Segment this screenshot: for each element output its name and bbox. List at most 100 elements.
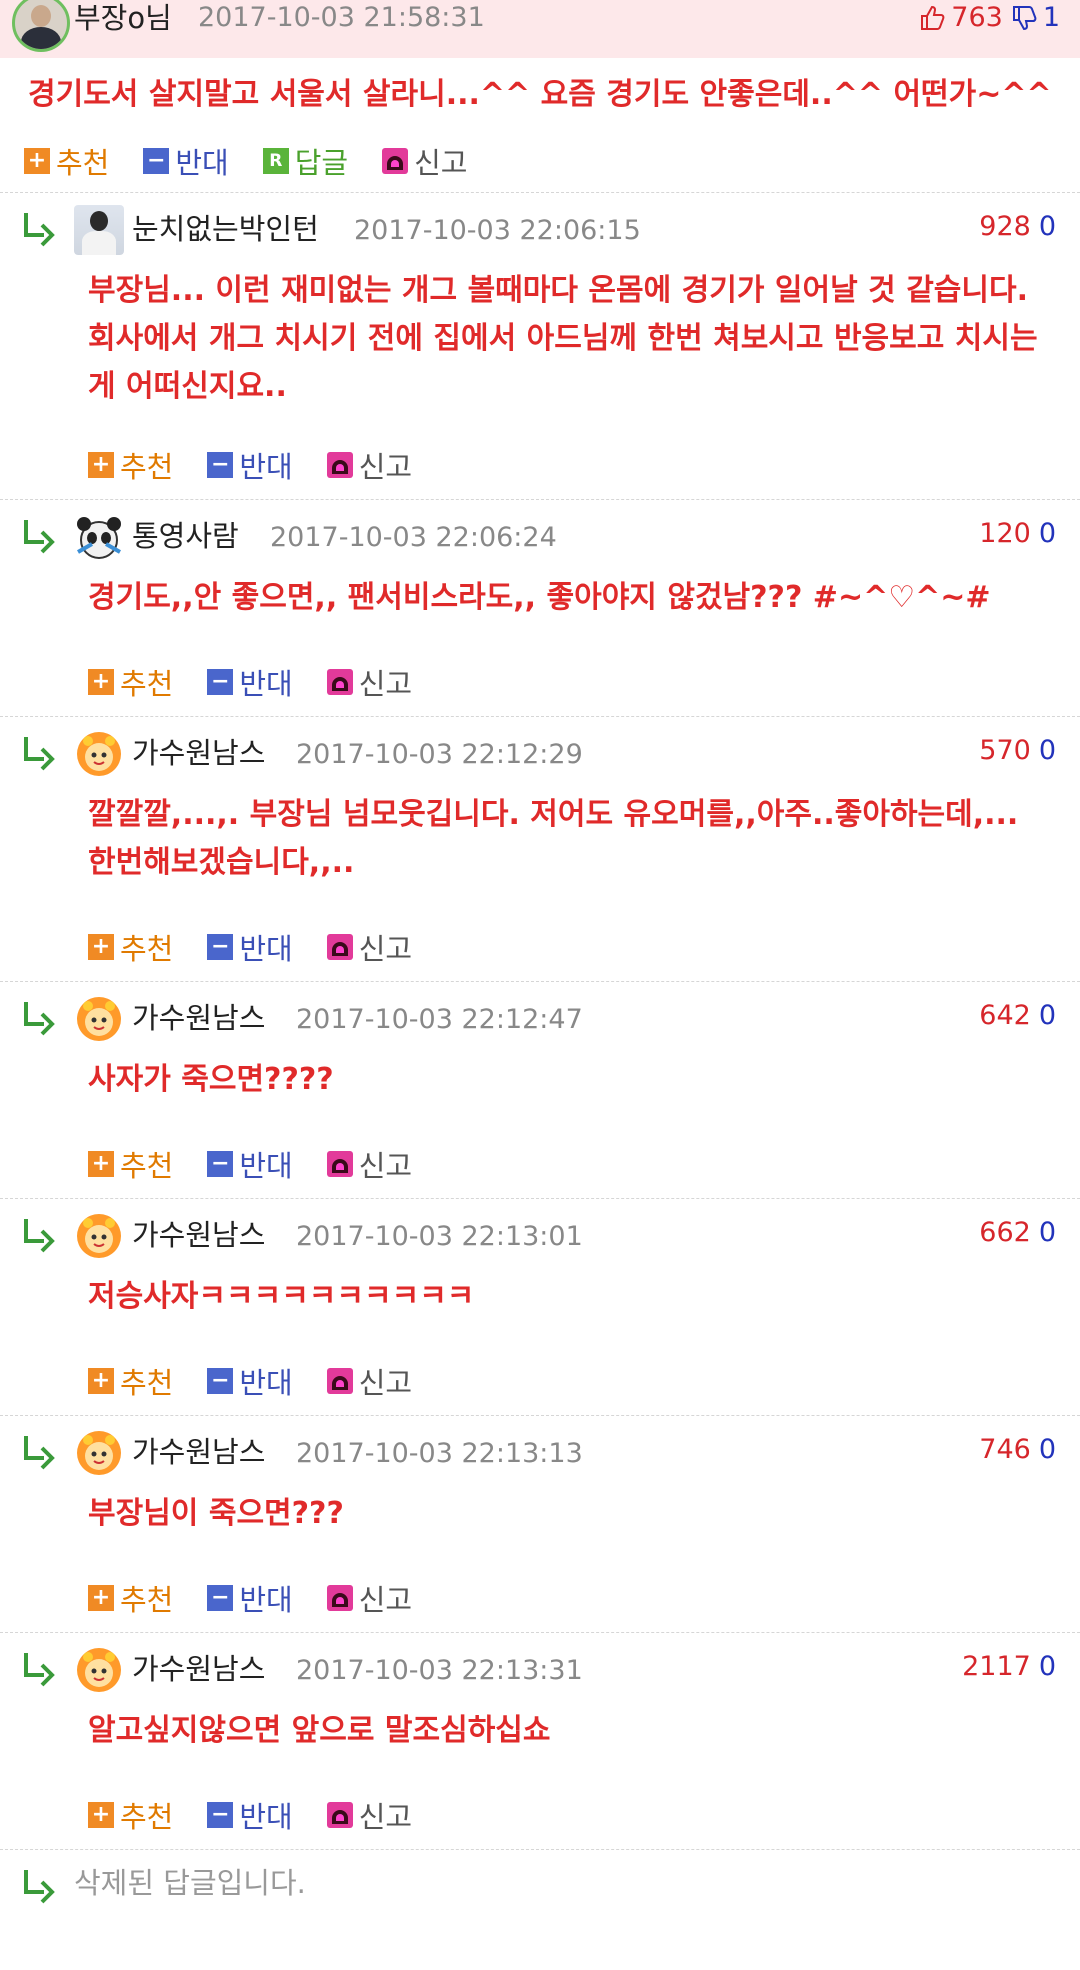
down-vote-count: 1	[1042, 2, 1060, 33]
siren-icon	[326, 669, 353, 695]
reply-item: 가수원남스 2017-10-03 22:13:01 662 0 저승사자ㅋㅋㅋㅋㅋㅋㅋㅋ…	[0, 1199, 1080, 1415]
oppose-button[interactable]: − 반대	[207, 1794, 293, 1836]
thumbs-up-icon[interactable]	[919, 5, 945, 31]
plus-icon: +	[88, 1151, 114, 1177]
recommend-button[interactable]: + 추천	[88, 1143, 173, 1185]
recommend-button[interactable]: + 추천	[88, 444, 173, 486]
recommend-button[interactable]: + 추천	[88, 1794, 173, 1836]
reply-header: 가수원남스 2017-10-03 22:12:47 642 0	[0, 982, 1080, 1052]
author-nickname[interactable]: 부장o님	[74, 0, 172, 36]
author-nickname[interactable]: 통영사람	[132, 518, 239, 554]
oppose-button[interactable]: − 반대	[207, 1577, 293, 1619]
author-nickname[interactable]: 가수원남스	[132, 735, 265, 771]
oppose-label: 반대	[239, 667, 293, 701]
minus-icon: −	[207, 1802, 234, 1828]
sun-character-icon[interactable]	[74, 994, 124, 1044]
plus-icon: +	[88, 1368, 114, 1394]
recommend-button[interactable]: + 추천	[24, 140, 109, 182]
reply-header: 가수원남스 2017-10-03 22:13:01 662 0	[0, 1199, 1080, 1269]
report-button[interactable]: 신고	[326, 1143, 413, 1185]
minus-icon: −	[207, 669, 234, 695]
report-button[interactable]: 신고	[326, 1577, 413, 1619]
vote-counts: 2117 0	[962, 1649, 1056, 1685]
author-nickname[interactable]: 가수원남스	[132, 1434, 265, 1470]
recommend-button[interactable]: + 추천	[88, 661, 173, 703]
recommend-label: 추천	[120, 1366, 174, 1400]
plus-icon: +	[88, 452, 114, 478]
oppose-label: 반대	[239, 1800, 293, 1834]
reply-item: 가수원남스 2017-10-03 22:12:47 642 0 사자가 죽으면???? +…	[0, 982, 1080, 1198]
recommend-button[interactable]: + 추천	[88, 926, 173, 968]
reply-header: 가수원남스 2017-10-03 22:13:13 746 0	[0, 1416, 1080, 1486]
comment-text: 경기도서 살지말고 서울서 살라니...^^ 요즘 경기도 안좋은데..^^ 어…	[28, 77, 1052, 112]
sun-character-icon[interactable]	[74, 1428, 124, 1478]
panda-icon[interactable]	[74, 512, 124, 562]
sun-character-icon[interactable]	[74, 1645, 124, 1695]
minus-icon: −	[207, 452, 234, 478]
siren-icon	[326, 1368, 353, 1394]
oppose-button[interactable]: − 반대	[207, 1143, 293, 1185]
report-label: 신고	[358, 450, 413, 484]
down-vote-count: 0	[1038, 518, 1056, 549]
top-comment: 부장o님 2017-10-03 21:58:31 763 1	[0, 0, 1080, 58]
up-vote-count: 120	[979, 518, 1031, 549]
up-vote-count: 570	[979, 735, 1031, 766]
reply-actions: + 추천 − 반대 신고	[0, 1347, 1080, 1415]
author-nickname[interactable]: 눈치없는박인턴	[132, 211, 319, 247]
reply-text: 경기도,,안 좋으면,, 팬서비스라도,, 좋아야지 않겄남??? #~^♡^~…	[88, 580, 991, 615]
recommend-button[interactable]: + 추천	[88, 1577, 173, 1619]
author-nickname[interactable]: 가수원남스	[132, 1651, 265, 1687]
oppose-label: 반대	[239, 932, 293, 966]
author-nickname[interactable]: 가수원남스	[132, 1000, 265, 1036]
reply-actions: + 추천 − 반대 신고	[0, 1564, 1080, 1632]
recommend-label: 추천	[120, 1800, 174, 1834]
recommend-button[interactable]: + 추천	[88, 1360, 173, 1402]
report-button[interactable]: 신고	[326, 1794, 413, 1836]
oppose-button[interactable]: − 반대	[207, 444, 293, 486]
reply-arrow-icon	[24, 737, 55, 771]
sun-character-icon[interactable]	[74, 1211, 124, 1261]
report-label: 신고	[358, 1800, 413, 1834]
reply-button[interactable]: R 답글	[262, 140, 348, 182]
report-button[interactable]: 신고	[326, 661, 412, 703]
oppose-label: 반대	[239, 450, 293, 484]
plus-icon: +	[88, 1802, 114, 1828]
thumbs-down-icon[interactable]	[1011, 5, 1037, 31]
oppose-button[interactable]: − 반대	[207, 661, 293, 703]
reply-timestamp: 2017-10-03 22:13:01	[296, 1221, 583, 1252]
reply-timestamp: 2017-10-03 22:12:47	[296, 1004, 583, 1035]
report-button[interactable]: 신고	[382, 140, 468, 182]
reply-timestamp: 2017-10-03 22:06:24	[270, 522, 557, 553]
down-vote-count: 0	[1038, 735, 1056, 766]
oppose-button[interactable]: − 반대	[207, 1360, 293, 1402]
reply-actions: + 추천 − 반대 신고	[0, 1781, 1080, 1849]
author-nickname[interactable]: 가수원남스	[132, 1217, 265, 1253]
deleted-reply: 삭제된 답글입니다.	[0, 1850, 1080, 1910]
reply-item: 눈치없는박인턴 2017-10-03 22:06:15 928 0 부장님... 이런 …	[0, 193, 1080, 499]
man-photo-icon[interactable]	[74, 205, 124, 255]
vote-counts: 763 1	[919, 0, 1060, 36]
reply-header: 가수원남스 2017-10-03 22:12:29 570 0	[0, 717, 1080, 787]
reply-timestamp: 2017-10-03 22:06:15	[354, 215, 641, 246]
siren-icon	[382, 148, 409, 174]
siren-icon	[326, 452, 353, 478]
report-label: 신고	[358, 1583, 413, 1617]
report-label: 신고	[358, 1149, 413, 1183]
vote-counts: 570 0	[979, 733, 1056, 769]
reply-header: 통영사람 2017-10-03 22:06:24 120 0	[0, 500, 1080, 570]
up-vote-count: 2117	[962, 1651, 1031, 1682]
reply-item: 통영사람 2017-10-03 22:06:24 120 0 경기도,,안 좋으면,, …	[0, 500, 1080, 716]
sun-character-icon[interactable]	[74, 729, 124, 779]
reply-item: 가수원남스 2017-10-03 22:12:29 570 0 깔깔깔,...,. 부장…	[0, 717, 1080, 981]
report-button[interactable]: 신고	[326, 926, 412, 968]
report-button[interactable]: 신고	[326, 1360, 412, 1402]
oppose-button[interactable]: − 반대	[143, 140, 229, 182]
report-button[interactable]: 신고	[326, 444, 413, 486]
minus-icon: −	[207, 1151, 234, 1177]
reply-arrow-icon	[24, 520, 55, 554]
avatar[interactable]	[12, 0, 70, 52]
siren-icon	[326, 934, 353, 960]
oppose-button[interactable]: − 반대	[207, 926, 293, 968]
recommend-label: 추천	[120, 450, 174, 484]
reply-timestamp: 2017-10-03 22:12:29	[296, 739, 583, 770]
